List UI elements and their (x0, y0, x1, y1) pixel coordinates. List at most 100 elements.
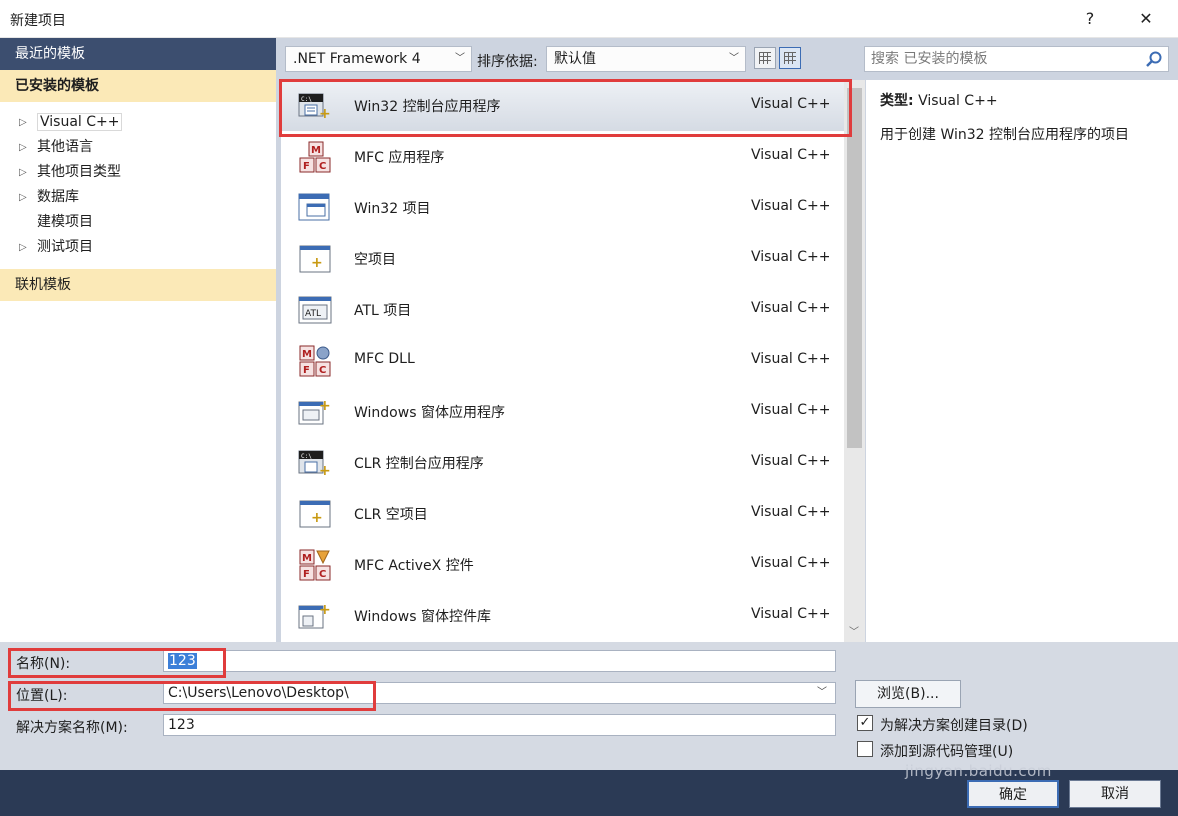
template-row-clr-empty[interactable]: + CLR 空项目 Visual C++ (281, 488, 844, 539)
template-row-clr-console[interactable]: C:\ + CLR 控制台应用程序 Visual C++ (281, 437, 844, 488)
template-toolbar: .NET Framework 4 ﹀ 排序依据: 默认值 ﹀ (276, 38, 1178, 80)
close-button[interactable]: ✕ (1126, 6, 1166, 32)
grid-icon (759, 52, 771, 64)
template-row-win32-project[interactable]: Win32 项目 Visual C++ (281, 182, 844, 233)
template-name: MFC 应用程序 (354, 150, 445, 166)
windows-forms-app-icon: + (298, 398, 331, 425)
search-input[interactable] (865, 47, 1135, 71)
template-row-mfc-activex[interactable]: M F C MFC ActiveX 控件 Visual C++ (281, 539, 844, 590)
tree-item-other-project-types[interactable]: ▷ 其他项目类型 (0, 160, 276, 185)
location-value: C:\Users\Lenovo\Desktop\ (168, 685, 349, 701)
tree-item-visual-cpp[interactable]: ▷ Visual C++ (0, 110, 276, 135)
sidebar-installed-templates[interactable]: 已安装的模板 (0, 70, 276, 102)
svg-text:F: F (303, 161, 310, 172)
template-name: MFC DLL (354, 351, 415, 367)
help-button[interactable]: ? (1070, 6, 1110, 32)
svg-text:+: + (319, 106, 331, 122)
sort-label: 排序依据: (477, 54, 538, 70)
add-source-control-checkbox[interactable] (857, 741, 873, 757)
svg-text:ATL: ATL (305, 309, 321, 319)
tree-item-label: 测试项目 (37, 239, 93, 255)
tree-item-label: 其他语言 (37, 139, 93, 155)
chevron-down-icon[interactable]: ﹀ (817, 683, 827, 703)
svg-text:+: + (311, 255, 323, 271)
tree-item-label: 数据库 (37, 189, 79, 205)
template-list-scrollbar[interactable]: ﹀ (844, 80, 865, 642)
name-label: 名称(N): (16, 656, 71, 672)
tree-item-modeling-projects[interactable]: 建模项目 (0, 210, 276, 235)
template-row-mfc-dll[interactable]: M F C MFC DLL Visual C++ (281, 335, 844, 386)
list-icon (784, 52, 796, 64)
sidebar-recent-templates[interactable]: 最近的模板 (0, 38, 276, 70)
tree-item-label: 建模项目 (37, 214, 93, 230)
svg-text:C: C (319, 161, 326, 172)
details-view-button[interactable] (779, 47, 801, 69)
tree-item-test-projects[interactable]: ▷ 测试项目 (0, 235, 276, 260)
type-value: Visual C++ (918, 93, 998, 109)
create-directory-checkbox[interactable]: ✓ (857, 715, 873, 731)
project-form: 名称(N): 123 位置(L): C:\Users\Lenovo\Deskto… (0, 642, 1178, 770)
windows-forms-control-icon: + (298, 602, 331, 629)
template-tree: ▷ Visual C++ ▷ 其他语言 ▷ 其他项目类型 ▷ 数据库 建模项目 … (0, 102, 276, 260)
tree-item-database[interactable]: ▷ 数据库 (0, 185, 276, 210)
sidebar-online-templates[interactable]: 联机模板 (0, 269, 276, 301)
template-language: Visual C++ (751, 147, 831, 163)
mfc-dll-icon: M F C (299, 345, 331, 377)
sort-dropdown[interactable]: 默认值 ﹀ (546, 46, 746, 72)
svg-text:F: F (303, 365, 310, 376)
template-row-windows-forms-app[interactable]: + Windows 窗体应用程序 Visual C++ (281, 386, 844, 437)
template-language: Visual C++ (751, 555, 831, 571)
chevron-down-icon: ﹀ (455, 53, 465, 64)
add-source-control-label[interactable]: 添加到源代码管理(U) (880, 741, 1013, 761)
template-name: 空项目 (354, 252, 396, 268)
scroll-down-icon[interactable]: ﹀ (849, 623, 859, 638)
name-value: 123 (168, 653, 197, 669)
ok-button[interactable]: 确定 (967, 780, 1059, 808)
create-directory-label[interactable]: 为解决方案创建目录(D) (880, 715, 1028, 735)
svg-text:+: + (319, 398, 331, 414)
svg-text:M: M (311, 145, 321, 156)
template-name: Windows 窗体应用程序 (354, 405, 505, 421)
location-field[interactable]: C:\Users\Lenovo\Desktop\ ﹀ (163, 682, 836, 704)
browse-button[interactable]: 浏览(B)... (855, 680, 961, 708)
tree-item-label: 其他项目类型 (37, 164, 121, 180)
template-row-win32-console[interactable]: C:\ + Win32 控制台应用程序 Visual C++ (281, 80, 844, 131)
tree-item-other-languages[interactable]: ▷ 其他语言 (0, 135, 276, 160)
template-name: CLR 空项目 (354, 507, 428, 523)
framework-dropdown[interactable]: .NET Framework 4 ﹀ (285, 46, 472, 72)
expand-arrow-icon[interactable]: ▷ (19, 235, 27, 260)
framework-value: .NET Framework 4 (293, 51, 421, 67)
template-row-empty-project[interactable]: + 空项目 Visual C++ (281, 233, 844, 284)
cancel-button[interactable]: 取消 (1069, 780, 1161, 808)
template-sidebar: 最近的模板 已安装的模板 ▷ Visual C++ ▷ 其他语言 ▷ 其他项目类… (0, 38, 276, 642)
template-language: Visual C++ (751, 504, 831, 520)
search-icon[interactable] (1145, 50, 1163, 68)
template-row-atl-project[interactable]: ATL ATL 项目 Visual C++ (281, 284, 844, 335)
scrollbar-thumb[interactable] (847, 88, 862, 448)
template-row-mfc-app[interactable]: M F C MFC 应用程序 Visual C++ (281, 131, 844, 182)
expand-arrow-icon[interactable]: ▷ (19, 185, 27, 210)
expand-arrow-icon[interactable]: ▷ (19, 110, 27, 135)
template-name: Win32 控制台应用程序 (354, 99, 501, 115)
expand-arrow-icon[interactable]: ▷ (19, 160, 27, 185)
svg-text:M: M (302, 553, 312, 564)
svg-text:+: + (319, 463, 331, 479)
name-field[interactable]: 123 (163, 650, 836, 672)
window-title: 新建项目 (10, 13, 66, 29)
svg-text:C:\: C:\ (301, 453, 312, 460)
atl-project-icon: ATL (298, 296, 332, 324)
mfc-activex-icon: M F C (299, 549, 331, 581)
svg-text:F: F (303, 569, 310, 580)
template-row-windows-forms-control[interactable]: + Windows 窗体控件库 Visual C++ (281, 590, 844, 641)
clr-console-icon: C:\ + (298, 450, 331, 479)
solution-name-label: 解决方案名称(M): (16, 720, 128, 736)
template-name: MFC ActiveX 控件 (354, 558, 474, 574)
template-search[interactable] (864, 46, 1169, 72)
template-language: Visual C++ (751, 453, 831, 469)
mfc-app-icon: M F C (299, 141, 331, 173)
template-language: Visual C++ (751, 351, 831, 367)
solution-name-field[interactable]: 123 (163, 714, 836, 736)
svg-text:C:\: C:\ (301, 96, 312, 103)
small-icons-view-button[interactable] (754, 47, 776, 69)
expand-arrow-icon[interactable]: ▷ (19, 135, 27, 160)
